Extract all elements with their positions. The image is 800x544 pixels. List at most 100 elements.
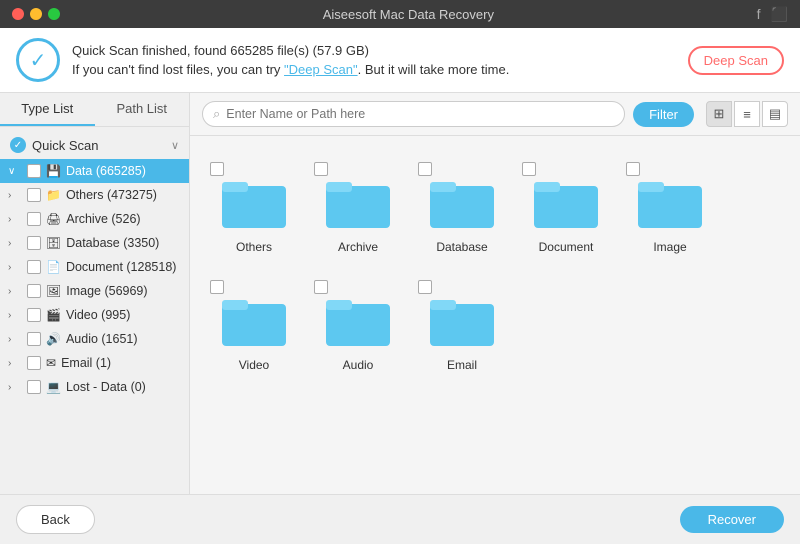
- file-item-audio[interactable]: Audio: [310, 270, 406, 380]
- file-item-top: [210, 278, 298, 294]
- others-icon: 📁: [46, 188, 61, 202]
- chat-icon: ⬛: [771, 6, 788, 23]
- expand-arrow-icon: ›: [8, 214, 22, 225]
- sidebar-item-archive[interactable]: › 🖨 Archive (526): [0, 207, 189, 231]
- database-icon: 🗄: [46, 236, 61, 250]
- sidebar-item-video[interactable]: › 🎬 Video (995): [0, 303, 189, 327]
- check-circle: ✓: [10, 137, 26, 153]
- file-checkbox-archive[interactable]: [314, 162, 328, 176]
- checkbox-document[interactable]: [27, 260, 41, 274]
- sidebar-item-document[interactable]: › 📄 Document (128518): [0, 255, 189, 279]
- file-item-archive[interactable]: Archive: [310, 152, 406, 262]
- sidebar-item-database[interactable]: › 🗄 Database (3350): [0, 231, 189, 255]
- file-item-document[interactable]: Document: [518, 152, 614, 262]
- file-item-top: [314, 278, 402, 294]
- archive-label: Archive (526): [66, 212, 140, 226]
- checkbox-archive[interactable]: [27, 212, 41, 226]
- folder-icon-audio: [326, 294, 390, 346]
- window-controls: [12, 8, 60, 20]
- file-item-top: [418, 278, 506, 294]
- maximize-button[interactable]: [48, 8, 60, 20]
- checkbox-email[interactable]: [27, 356, 41, 370]
- file-grid: Others Archive: [190, 136, 800, 494]
- bottom-bar: Back Recover: [0, 494, 800, 544]
- detail-view-button[interactable]: ▤: [762, 101, 788, 127]
- audio-label: Audio (1651): [66, 332, 138, 346]
- view-toggle: ⊞ ≡ ▤: [706, 101, 788, 127]
- file-checkbox-video[interactable]: [210, 280, 224, 294]
- tab-path-list[interactable]: Path List: [95, 93, 190, 126]
- status-message2: If you can't find lost files, you can tr…: [72, 60, 688, 80]
- title-icons: f ⬛: [757, 6, 788, 23]
- video-file-label: Video: [239, 358, 269, 372]
- file-checkbox-document[interactable]: [522, 162, 536, 176]
- file-checkbox-email[interactable]: [418, 280, 432, 294]
- file-item-email[interactable]: Email: [414, 270, 510, 380]
- data-label: Data (665285): [66, 164, 146, 178]
- grid-view-button[interactable]: ⊞: [706, 101, 732, 127]
- database-file-label: Database: [436, 240, 487, 254]
- deep-scan-link[interactable]: "Deep Scan": [284, 62, 358, 77]
- title-bar: Aiseesoft Mac Data Recovery f ⬛: [0, 0, 800, 28]
- lost-icon: 💻: [46, 380, 61, 394]
- file-checkbox-image[interactable]: [626, 162, 640, 176]
- file-checkbox-database[interactable]: [418, 162, 432, 176]
- sidebar-item-image[interactable]: › 🖼 Image (56969): [0, 279, 189, 303]
- folder-icon-archive: [326, 176, 390, 228]
- others-file-label: Others: [236, 240, 272, 254]
- file-checkbox-others[interactable]: [210, 162, 224, 176]
- expand-arrow-icon: ›: [8, 238, 22, 249]
- expand-arrow-icon: ›: [8, 190, 22, 201]
- others-label: Others (473275): [66, 188, 157, 202]
- close-button[interactable]: [12, 8, 24, 20]
- expand-arrow-icon: ›: [8, 310, 22, 321]
- file-checkbox-audio[interactable]: [314, 280, 328, 294]
- status-icon: ✓: [16, 38, 60, 82]
- sidebar-item-others[interactable]: › 📁 Others (473275): [0, 183, 189, 207]
- tab-bar: Type List Path List: [0, 93, 189, 127]
- main-content: Type List Path List ✓ Quick Scan ∨ ∨ 💾 D…: [0, 93, 800, 494]
- image-label: Image (56969): [66, 284, 147, 298]
- folder-icon-document: [534, 176, 598, 228]
- expand-arrow-icon: ›: [8, 286, 22, 297]
- document-file-label: Document: [539, 240, 594, 254]
- search-input[interactable]: [226, 107, 614, 121]
- sidebar-item-audio[interactable]: › 🔊 Audio (1651): [0, 327, 189, 351]
- sidebar-item-lost[interactable]: › 💻 Lost - Data (0): [0, 375, 189, 399]
- content-area: ⌕ Filter ⊞ ≡ ▤: [190, 93, 800, 494]
- list-view-button[interactable]: ≡: [734, 101, 760, 127]
- folder-icon-image: [638, 176, 702, 228]
- folder-icon-email: [430, 294, 494, 346]
- tab-type-list[interactable]: Type List: [0, 93, 95, 126]
- file-item-top: [418, 160, 506, 176]
- folder-icon-database: [430, 176, 494, 228]
- checkbox-video[interactable]: [27, 308, 41, 322]
- sidebar-item-data[interactable]: ∨ 💾 Data (665285): [0, 159, 189, 183]
- minimize-button[interactable]: [30, 8, 42, 20]
- checkbox-database[interactable]: [27, 236, 41, 250]
- checkbox-audio[interactable]: [27, 332, 41, 346]
- video-label: Video (995): [66, 308, 130, 322]
- archive-icon: 🖨: [46, 212, 61, 226]
- folder-icon-others: [222, 176, 286, 228]
- toolbar: ⌕ Filter ⊞ ≡ ▤: [190, 93, 800, 136]
- file-item-database[interactable]: Database: [414, 152, 510, 262]
- filter-button[interactable]: Filter: [633, 102, 694, 127]
- checkbox-data[interactable]: [27, 164, 41, 178]
- back-button[interactable]: Back: [16, 505, 95, 534]
- scan-type-row[interactable]: ✓ Quick Scan ∨: [0, 131, 189, 159]
- deep-scan-button[interactable]: Deep Scan: [688, 46, 784, 75]
- checkbox-lost[interactable]: [27, 380, 41, 394]
- video-icon: 🎬: [46, 308, 61, 322]
- file-item-video[interactable]: Video: [206, 270, 302, 380]
- file-item-others[interactable]: Others: [206, 152, 302, 262]
- sidebar-content: ✓ Quick Scan ∨ ∨ 💾 Data (665285) › 📁 Oth…: [0, 127, 189, 494]
- checkbox-others[interactable]: [27, 188, 41, 202]
- checkbox-image[interactable]: [27, 284, 41, 298]
- search-box: ⌕: [202, 101, 625, 127]
- sidebar-item-email[interactable]: › ✉ Email (1): [0, 351, 189, 375]
- file-item-image[interactable]: Image: [622, 152, 718, 262]
- email-icon: ✉: [46, 356, 56, 370]
- recover-button[interactable]: Recover: [680, 506, 784, 533]
- status-bar: ✓ Quick Scan finished, found 665285 file…: [0, 28, 800, 93]
